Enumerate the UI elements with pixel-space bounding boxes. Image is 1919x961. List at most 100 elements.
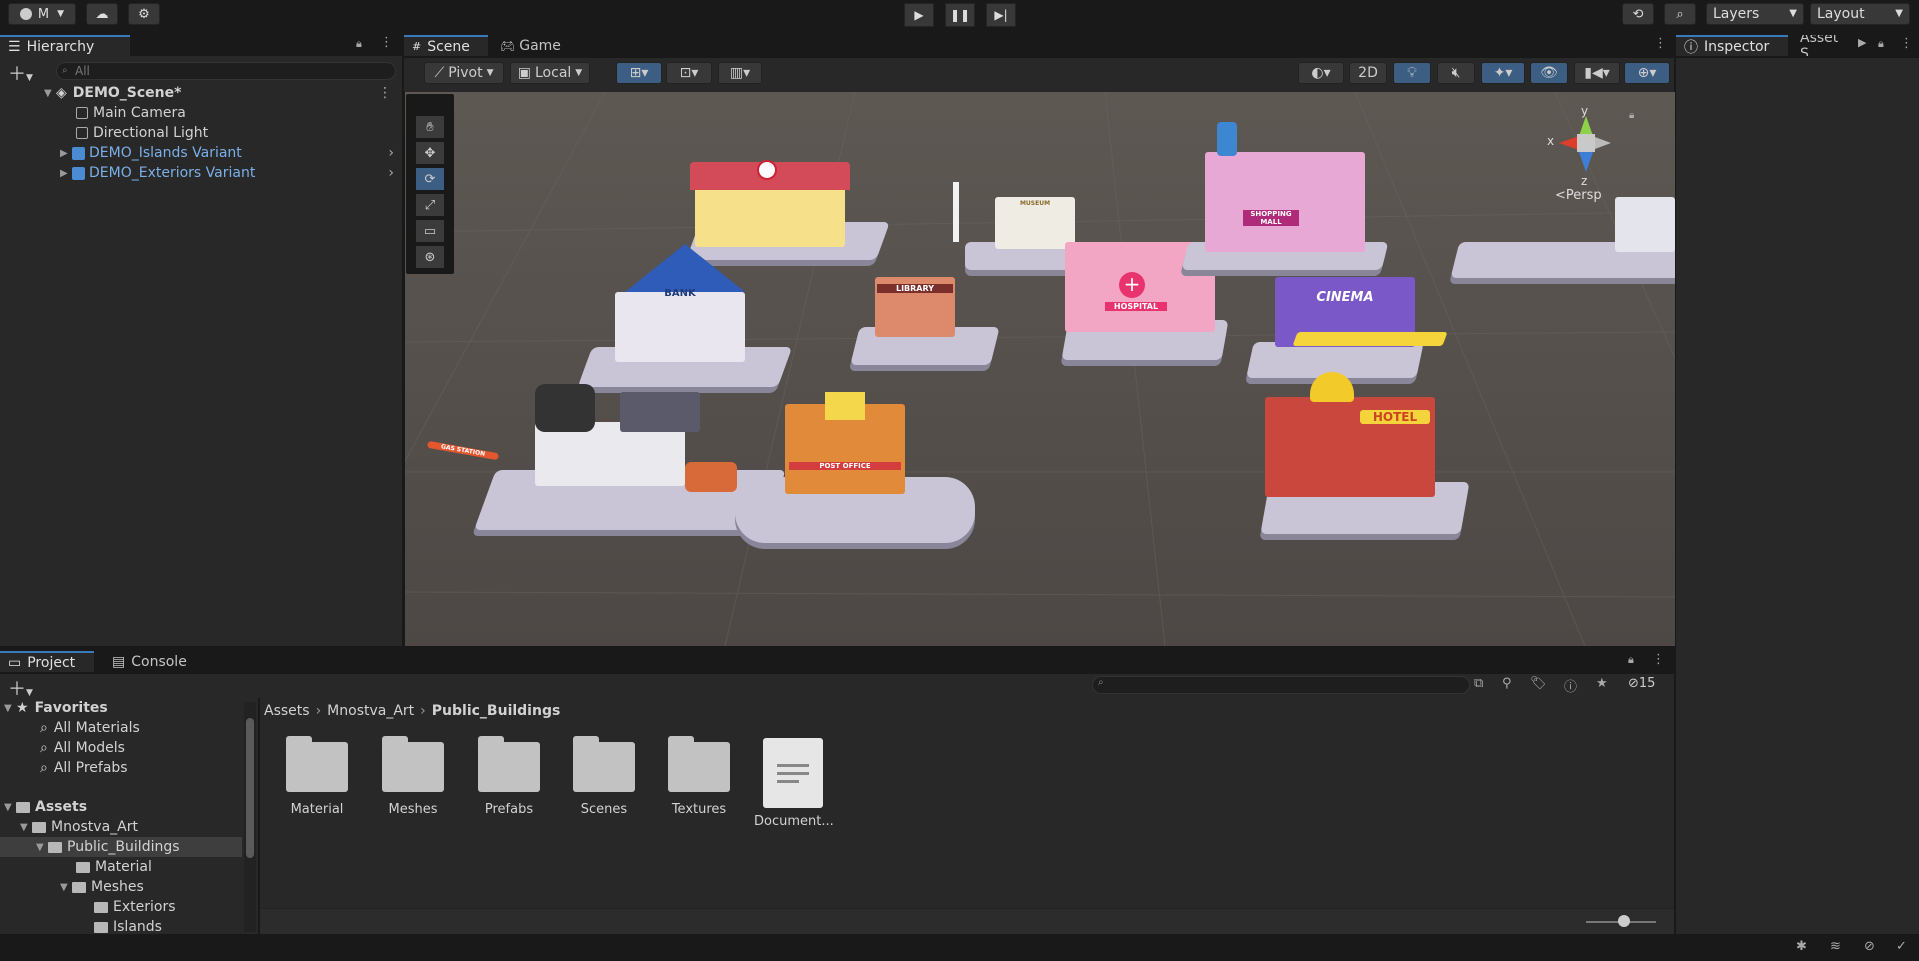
asset-folder-prefabs[interactable]: Prefabs xyxy=(470,736,548,817)
local-dropdown[interactable]: ▣ Local ▼ xyxy=(510,62,590,84)
chevron-right-icon[interactable]: ▶ xyxy=(1858,36,1866,49)
grid-visibility-button[interactable]: ▥▾ xyxy=(718,62,762,84)
expand-arrow-icon[interactable]: ▼ xyxy=(60,882,72,893)
filter-by-type-icon[interactable]: ⚲ xyxy=(1502,676,1512,691)
asset-folder-material[interactable]: Material xyxy=(278,736,356,817)
expand-arrow-icon[interactable]: ▼ xyxy=(4,802,16,813)
expand-arrow-icon[interactable]: ▼ xyxy=(44,88,56,99)
draw-mode-dropdown[interactable]: ◐▾ xyxy=(1298,62,1344,84)
play-button[interactable]: ▶ xyxy=(904,3,934,27)
move-tool[interactable]: ✥ xyxy=(416,142,444,164)
lock-icon[interactable]: 🔒︎ xyxy=(1878,37,1884,51)
breadcrumb-mnostva-art[interactable]: Mnostva_Art xyxy=(327,703,414,719)
tab-project[interactable]: ▭ Project xyxy=(0,651,94,672)
hidden-objects-toggle[interactable]: 👁︎ xyxy=(1530,62,1568,84)
chevron-right-icon[interactable]: › xyxy=(388,165,394,181)
expand-arrow-icon[interactable]: ▼ xyxy=(20,822,32,833)
add-button[interactable]: ＋▼ xyxy=(8,60,33,86)
asset-folder-textures[interactable]: Textures xyxy=(660,736,738,817)
scrollbar-thumb[interactable] xyxy=(246,718,254,858)
tab-inspector[interactable]: ⓘ Inspector xyxy=(1676,35,1788,56)
tree-material[interactable]: Material xyxy=(76,857,152,877)
lock-icon[interactable]: 🔒︎ xyxy=(356,37,362,51)
more-icon[interactable]: ⋮ xyxy=(1654,36,1667,51)
hierarchy-item-islands-variant[interactable]: ▶ DEMO_Islands Variant › xyxy=(60,143,402,163)
snap-increment-button[interactable]: ⊡▾ xyxy=(666,62,712,84)
favorite-all-materials[interactable]: ⌕ All Materials xyxy=(40,718,140,738)
tab-hierarchy[interactable]: ☰ Hierarchy xyxy=(0,35,130,56)
layers-icon[interactable]: ≋ xyxy=(1830,939,1841,954)
camera-dropdown[interactable]: ▮◀▾ xyxy=(1574,62,1620,84)
projection-toggle[interactable]: <Persp xyxy=(1555,188,1602,203)
star-icon[interactable]: ★ xyxy=(1596,676,1608,691)
expand-arrow-icon[interactable]: ▶ xyxy=(60,148,72,159)
effects-dropdown[interactable]: ✦▾ xyxy=(1481,62,1525,84)
expand-arrow-icon[interactable]: ▼ xyxy=(4,703,16,714)
scene-viewport[interactable]: BANK LIBRARY MUSEUM + HOSPITAL SHOPPING … xyxy=(405,92,1675,646)
tree-assets[interactable]: ▼ Assets xyxy=(4,797,87,817)
layout-dropdown[interactable]: Layout ▼ xyxy=(1810,3,1910,25)
asset-documentation[interactable]: Document... xyxy=(754,738,834,829)
scale-tool[interactable]: ⤢ xyxy=(416,194,444,216)
step-button[interactable]: ▶| xyxy=(986,3,1016,27)
orientation-gizmo[interactable]: y x z <Persp 🔒︎ xyxy=(1547,92,1675,203)
hand-tool[interactable]: ✋︎ xyxy=(416,116,444,138)
gizmo-center-cube[interactable] xyxy=(1577,134,1595,152)
favorite-all-prefabs[interactable]: ⌕ All Prefabs xyxy=(40,758,128,778)
tab-asset-store[interactable]: Asset S xyxy=(1792,35,1858,56)
expand-arrow-icon[interactable]: ▶ xyxy=(60,168,72,179)
favorite-all-models[interactable]: ⌕ All Models xyxy=(40,738,125,758)
collab-button[interactable]: ⚙ xyxy=(128,3,160,25)
hierarchy-item-exteriors-variant[interactable]: ▶ DEMO_Exteriors Variant › xyxy=(60,163,402,183)
layers-dropdown[interactable]: Layers ▼ xyxy=(1706,3,1804,25)
pause-button[interactable]: ❚❚ xyxy=(945,3,975,27)
axis-y-cone[interactable] xyxy=(1579,116,1593,136)
more-icon[interactable]: ⋮ xyxy=(380,35,393,50)
account-dropdown[interactable]: M ▼ xyxy=(8,3,76,25)
chevron-right-icon[interactable]: › xyxy=(388,145,394,161)
search-button[interactable]: ⌕ xyxy=(1664,3,1696,25)
breadcrumb-assets[interactable]: Assets xyxy=(264,703,310,719)
tab-game[interactable]: 🎮︎ Game xyxy=(492,35,568,56)
tab-console[interactable]: ▤ Console xyxy=(104,651,200,672)
axis-neg-x-cone[interactable] xyxy=(1595,137,1611,149)
more-icon[interactable]: ⋮ xyxy=(1900,36,1913,51)
asset-folder-scenes[interactable]: Scenes xyxy=(565,736,643,817)
tree-mnostva-art[interactable]: ▼ Mnostva_Art xyxy=(20,817,138,837)
toggle-2d-button[interactable]: 2D xyxy=(1349,62,1387,84)
lock-icon[interactable]: 🔒︎ xyxy=(1628,653,1634,667)
auto-generate-lighting-icon[interactable]: ⊘ xyxy=(1864,939,1875,954)
audio-toggle[interactable]: 🔇︎ xyxy=(1437,62,1475,84)
expand-arrow-icon[interactable]: ▼ xyxy=(36,842,48,853)
warning-filter-icon[interactable]: ⓘ xyxy=(1564,676,1577,695)
hidden-packages-count[interactable]: ⊘15 xyxy=(1628,676,1655,691)
tree-meshes[interactable]: ▼ Meshes xyxy=(60,877,144,897)
scene-root[interactable]: ▼ ◈ DEMO_Scene* ⋮ xyxy=(44,83,402,103)
bug-icon[interactable]: ✱ xyxy=(1796,939,1807,954)
transform-tool[interactable]: ⊛ xyxy=(416,246,444,268)
lighting-toggle[interactable]: 💡︎ xyxy=(1393,62,1431,84)
search-by-type-icon[interactable]: ⧉ xyxy=(1474,676,1483,691)
pivot-dropdown[interactable]: ⟋ Pivot ▼ xyxy=(424,62,504,84)
hierarchy-search-input[interactable]: ⌕ All xyxy=(56,62,396,80)
check-icon[interactable]: ✓ xyxy=(1896,939,1907,954)
more-icon[interactable]: ⋮ xyxy=(378,85,392,101)
hierarchy-item-main-camera[interactable]: Main Camera xyxy=(76,103,186,123)
tab-scene[interactable]: # Scene xyxy=(404,35,488,56)
axis-x-cone[interactable] xyxy=(1559,136,1579,150)
rect-tool[interactable]: ▭ xyxy=(416,220,444,242)
breadcrumb-public-buildings[interactable]: Public_Buildings xyxy=(432,703,561,719)
project-search-input[interactable]: ⌕ xyxy=(1092,676,1470,694)
axis-z-cone[interactable] xyxy=(1579,152,1593,172)
lock-icon[interactable]: 🔒︎ xyxy=(1629,110,1634,121)
filter-by-label-icon[interactable]: 🏷︎ xyxy=(1530,676,1547,691)
rotate-tool[interactable]: ⟳ xyxy=(416,168,444,190)
favorites-header[interactable]: ▼ ★ Favorites xyxy=(4,698,108,718)
gizmos-dropdown[interactable]: ⊕▾ xyxy=(1624,62,1670,84)
cloud-button[interactable]: ☁ xyxy=(86,3,118,25)
tree-exteriors[interactable]: Exteriors xyxy=(94,897,176,917)
more-icon[interactable]: ⋮ xyxy=(1652,652,1665,667)
tree-scrollbar[interactable] xyxy=(244,702,256,932)
zoom-slider-thumb[interactable] xyxy=(1618,915,1630,927)
undo-history-button[interactable]: ⟲ xyxy=(1622,3,1654,25)
